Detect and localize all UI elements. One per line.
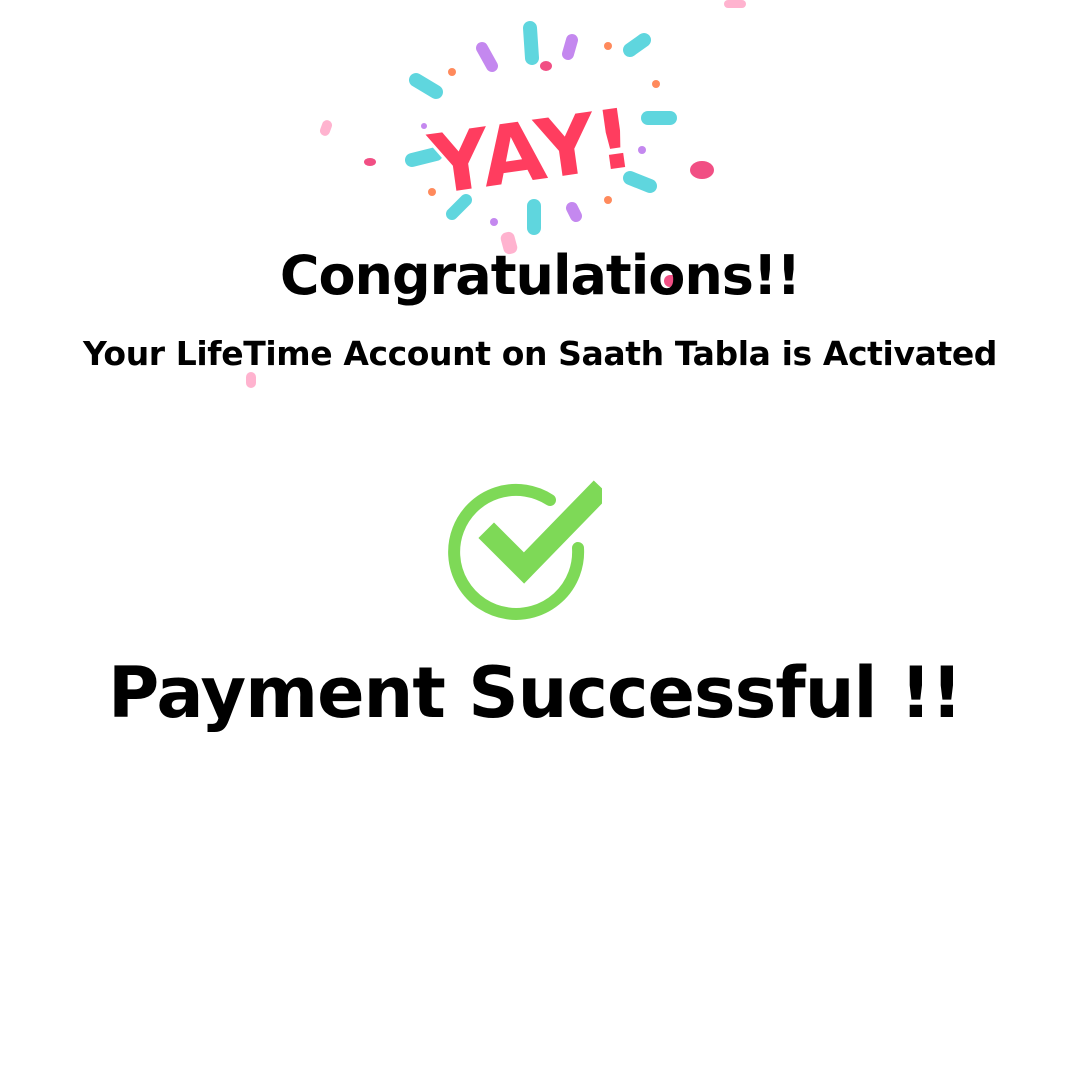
- yay-text: YAY!: [423, 91, 639, 214]
- yay-burst-icon: YAY!: [364, 21, 714, 235]
- status-icon-wrapper: [446, 478, 602, 626]
- check-circle-icon: [448, 480, 602, 620]
- confetti-piece: [724, 0, 746, 8]
- confetti-piece: [246, 372, 256, 388]
- yay-celebration-graphic: YAY!: [320, 0, 740, 260]
- payment-status-message: Payment Successful !!: [108, 652, 963, 734]
- congratulations-heading: Congratulations!!: [279, 244, 801, 307]
- account-activated-subtitle: Your LifeTime Account on Saath Tabla is …: [82, 334, 998, 373]
